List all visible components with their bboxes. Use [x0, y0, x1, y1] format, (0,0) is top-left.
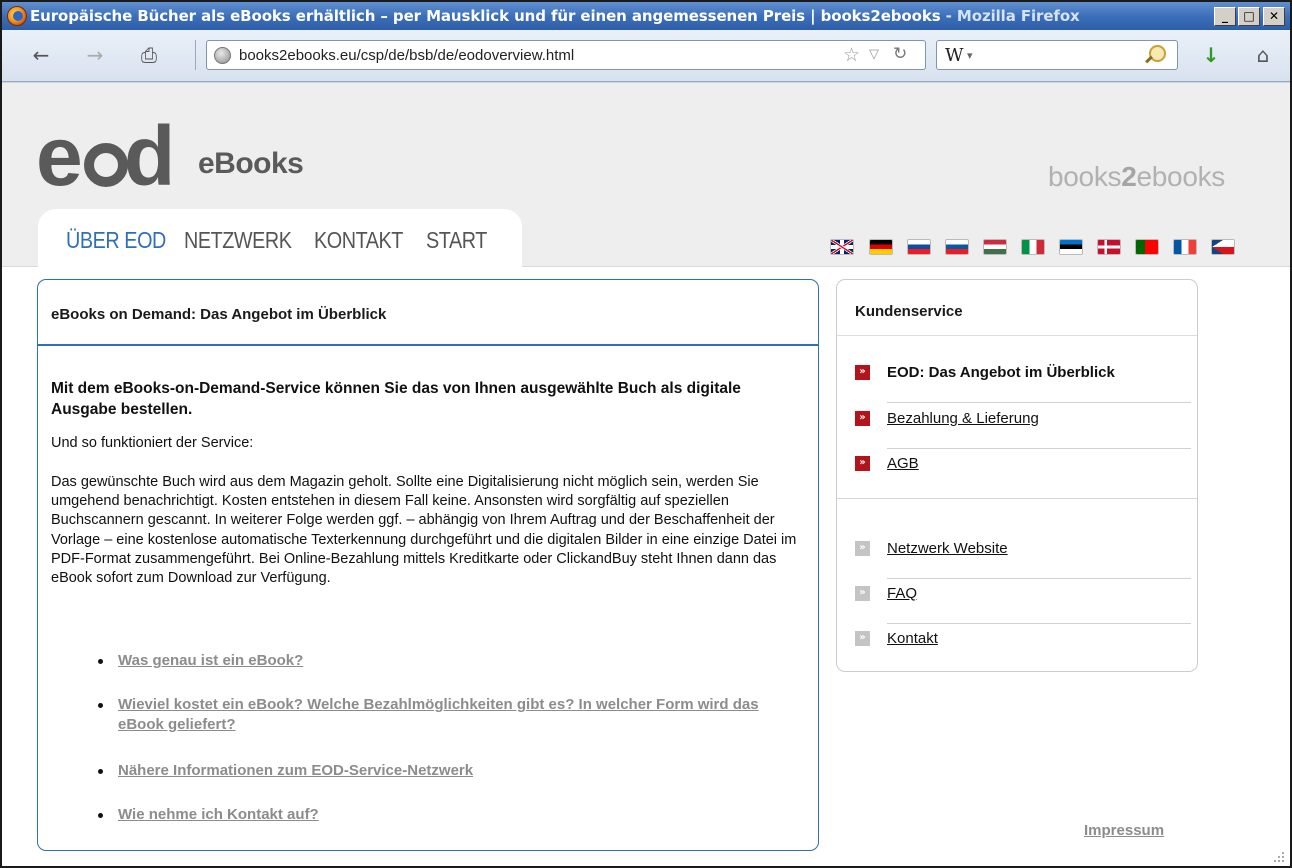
main-box-header: eBooks on Demand: Das Angebot im Überbli…: [38, 280, 818, 346]
print-icon[interactable]: ⎙: [136, 42, 162, 68]
nav-ueber-eod[interactable]: ÜBER EOD: [66, 227, 166, 254]
link-kosten-bezahlung[interactable]: Wieviel kostet ein eBook? Welche Bezahlm…: [118, 696, 759, 733]
logo-letter-d: d: [124, 109, 176, 203]
toolbar-separator: [195, 40, 196, 70]
link-was-ist-ebook[interactable]: Was genau ist ein eBook?: [118, 652, 303, 669]
top-navigation: ÜBER EOD NETZWERK KONTAKT START: [38, 209, 522, 267]
url-text[interactable]: books2ebooks.eu/csp/de/bsb/de/eodovervie…: [239, 47, 574, 64]
main-content-box: eBooks on Demand: Das Angebot im Überbli…: [37, 279, 819, 851]
site-header: e d eBooks books2ebooks ÜBER EOD NETZWER…: [2, 83, 1290, 267]
sidebar-item-label: AGB: [887, 455, 919, 472]
search-magnifier-icon[interactable]: [1143, 44, 1166, 66]
sidebar-title: Kundenservice: [855, 303, 963, 320]
nav-start[interactable]: START: [426, 227, 487, 254]
sidebar-item-angebot[interactable]: » EOD: Das Angebot im Überblick: [855, 352, 1191, 403]
slovak-flag-icon[interactable]: [907, 239, 931, 255]
double-chevron-icon: »: [855, 456, 870, 471]
reload-icon[interactable]: ↻: [893, 44, 907, 64]
double-chevron-icon: »: [855, 365, 870, 380]
sidebar-item-netzwerk-website[interactable]: » Netzwerk Website: [855, 528, 1191, 579]
danish-flag-icon[interactable]: [1097, 239, 1121, 255]
brand-ebooks: eBooks: [198, 147, 304, 180]
search-engine-dropdown-icon[interactable]: ▾: [967, 49, 973, 62]
portuguese-flag-icon[interactable]: [1135, 239, 1159, 255]
italian-flag-icon[interactable]: [1021, 239, 1045, 255]
navigation-toolbar: ← → ⎙ books2ebooks.eu/csp/de/bsb/de/eodo…: [2, 30, 1290, 82]
sidebar-item-faq[interactable]: » FAQ: [855, 573, 1191, 624]
browser-window: Europäische Bücher als eBooks erhältlich…: [0, 0, 1292, 868]
url-bar[interactable]: books2ebooks.eu/csp/de/bsb/de/eodovervie…: [206, 40, 926, 70]
slovenian-flag-icon[interactable]: [945, 239, 969, 255]
double-chevron-icon: »: [855, 631, 870, 646]
sidebar-item-bezahlung[interactable]: » Bezahlung & Lieferung: [855, 398, 1191, 449]
list-item: Wie nehme ich Kontakt auf?: [98, 805, 319, 825]
link-kontakt-aufnehmen[interactable]: Wie nehme ich Kontakt auf?: [118, 806, 319, 823]
hungarian-flag-icon[interactable]: [983, 239, 1007, 255]
lead-paragraph: Mit dem eBooks-on-Demand-Service können …: [51, 380, 741, 418]
double-chevron-icon: »: [855, 586, 870, 601]
window-title-main: Europäische Bücher als eBooks erhältlich…: [30, 7, 941, 25]
czech-flag-icon[interactable]: [1211, 239, 1235, 255]
resize-grip-icon[interactable]: [1270, 848, 1286, 864]
list-item: Was genau ist ein eBook?: [98, 651, 303, 671]
sidebar-header: Kundenservice: [837, 280, 1197, 336]
sidebar-item-kontakt[interactable]: » Kontakt: [855, 618, 1191, 658]
german-flag-icon[interactable]: [869, 239, 893, 255]
logo-ring-icon: [84, 143, 128, 187]
intro-paragraph: Und so funktioniert der Service:: [51, 435, 254, 451]
bookmark-star-icon[interactable]: ☆: [843, 44, 860, 67]
window-title: Europäische Bücher als eBooks erhältlich…: [30, 7, 1080, 25]
sidebar-item-label: Bezahlung & Lieferung: [887, 410, 1039, 427]
french-flag-icon[interactable]: [1173, 239, 1197, 255]
brand-right-a: books: [1048, 161, 1122, 192]
sidebar-item-label: EOD: Das Angebot im Überblick: [887, 364, 1115, 381]
close-button[interactable]: ✕: [1263, 7, 1285, 26]
home-icon[interactable]: ⌂: [1250, 42, 1276, 68]
forward-icon[interactable]: →: [82, 42, 108, 68]
list-item: Nähere Informationen zum EOD-Service-Net…: [98, 761, 473, 781]
sidebar-item-label: Netzwerk Website: [887, 540, 1008, 557]
sidebar-item-label: Kontakt: [887, 630, 938, 647]
url-dropdown-icon[interactable]: ▽: [869, 46, 879, 62]
page-viewport: e d eBooks books2ebooks ÜBER EOD NETZWER…: [2, 83, 1290, 866]
sidebar-section-divider: [837, 498, 1197, 499]
site-globe-icon[interactable]: [214, 47, 231, 64]
window-title-app: - Mozilla Firefox: [940, 7, 1080, 25]
double-chevron-icon: »: [855, 541, 870, 556]
download-icon[interactable]: ↓: [1198, 42, 1224, 68]
list-item: Wieviel kostet ein eBook? Welche Bezahlm…: [98, 695, 798, 735]
brand-right-c: ebooks: [1136, 161, 1226, 192]
page-title: eBooks on Demand: Das Angebot im Überbli…: [51, 306, 387, 323]
double-chevron-icon: »: [855, 411, 870, 426]
back-icon[interactable]: ←: [28, 42, 54, 68]
kundenservice-sidebar: Kundenservice » EOD: Das Angebot im Über…: [836, 279, 1198, 672]
body-paragraph: Das gewünschte Buch wird aus dem Magazin…: [51, 474, 797, 587]
firefox-icon: [7, 6, 27, 26]
maximize-button[interactable]: □: [1238, 7, 1260, 26]
nav-netzwerk[interactable]: NETZWERK: [184, 227, 292, 254]
impressum-link[interactable]: Impressum: [1084, 822, 1164, 839]
search-engine-icon[interactable]: W: [945, 45, 964, 66]
eod-logo[interactable]: e d: [36, 109, 186, 203]
minimize-button[interactable]: _: [1214, 7, 1236, 26]
uk-flag-icon[interactable]: [830, 239, 854, 255]
logo-letter-e: e: [36, 109, 83, 203]
title-bar: Europäische Bücher als eBooks erhältlich…: [2, 2, 1290, 30]
search-bar[interactable]: W ▾: [936, 40, 1178, 70]
brand-right-b: 2: [1121, 161, 1137, 192]
nav-kontakt[interactable]: KONTAKT: [314, 227, 403, 254]
estonian-flag-icon[interactable]: [1059, 239, 1083, 255]
sidebar-item-agb[interactable]: » AGB: [855, 443, 1191, 483]
link-eod-netzwerk[interactable]: Nähere Informationen zum EOD-Service-Net…: [118, 762, 473, 779]
sidebar-item-label: FAQ: [887, 585, 918, 602]
books2ebooks-brand[interactable]: books2ebooks: [1048, 161, 1225, 193]
